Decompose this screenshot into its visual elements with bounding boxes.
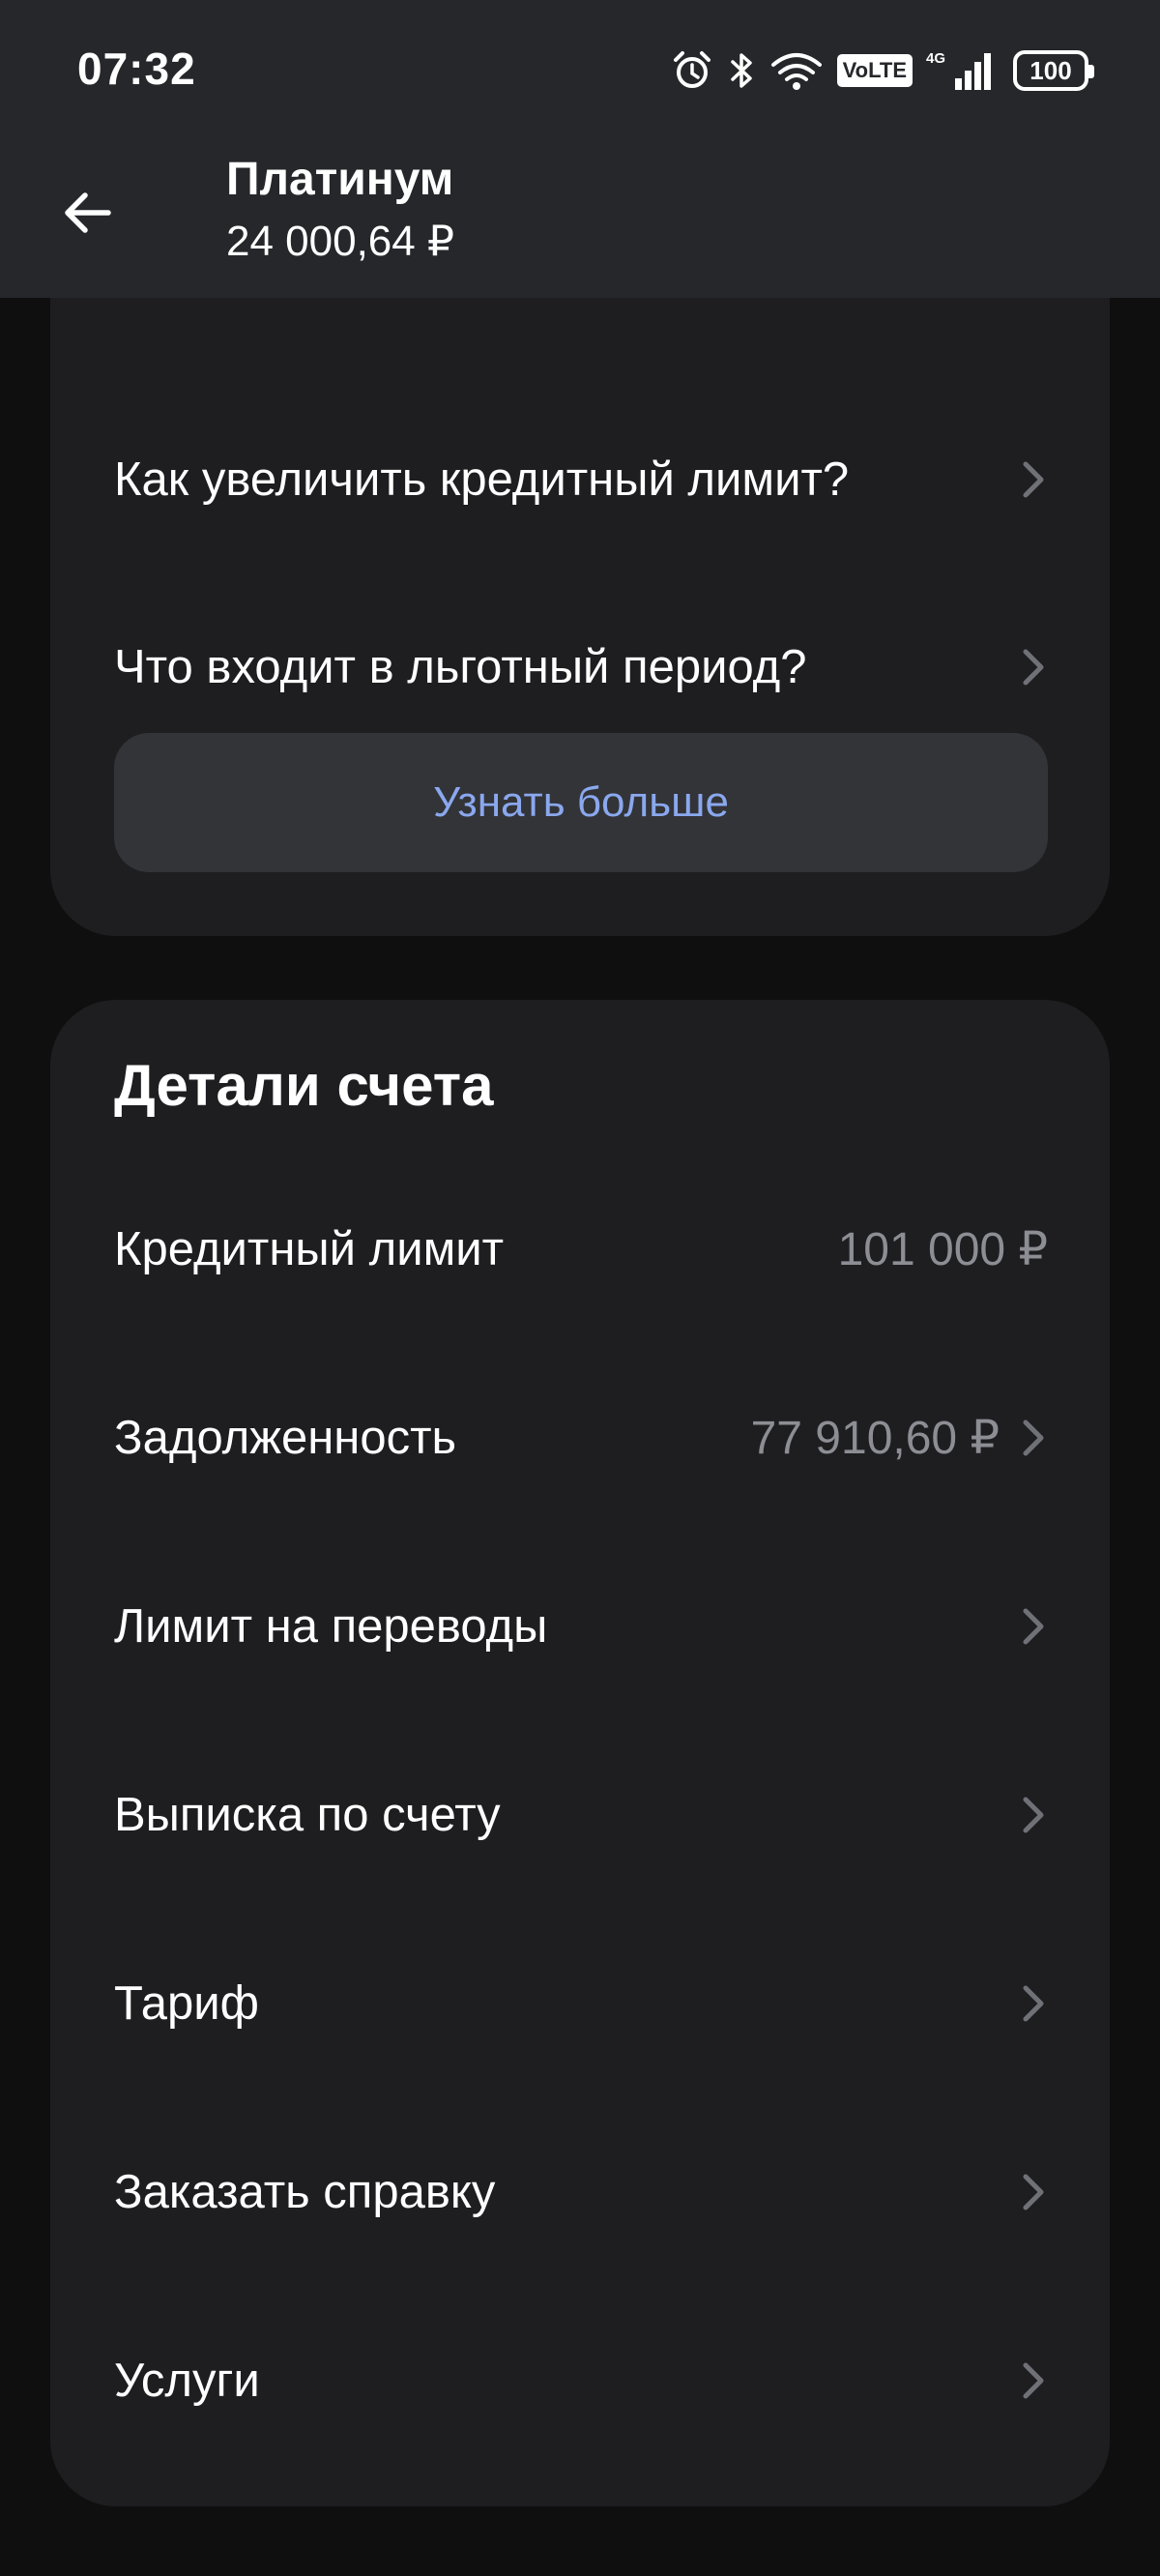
detail-row-label: Заказать справку	[114, 2166, 496, 2218]
network-type: 4G	[926, 50, 945, 67]
detail-row-label: Выписка по счету	[114, 1789, 501, 1841]
faq-item-label: Что входит в льготный период?	[114, 641, 807, 693]
chevron-right-icon	[1023, 1797, 1044, 1833]
status-icons: VoLTE 4G 100	[671, 46, 1094, 95]
account-balance: 24 000,64 ₽	[226, 218, 454, 265]
detail-row-label: Услуги	[114, 2355, 260, 2407]
detail-row-credit-limit: Кредитный лимит 101 000 ₽	[114, 1191, 1048, 1307]
page-title: Платинум	[226, 154, 454, 205]
arrow-left-icon	[65, 192, 111, 233]
battery-icon: 100	[1013, 50, 1094, 91]
status-time: 07:32	[77, 44, 196, 94]
faq-card: Как увеличить кредитный лимит? Что входи…	[50, 203, 1110, 936]
bluetooth-icon	[730, 53, 752, 88]
detail-row-label: Задолженность	[114, 1412, 457, 1464]
debt-value: 77 910,60 ₽	[750, 1413, 1000, 1464]
wifi-icon	[770, 53, 822, 90]
app-screen: Как увеличить кредитный лимит? Что входи…	[0, 0, 1160, 2576]
faq-item-grace-period[interactable]: Что входит в льготный период?	[114, 609, 1048, 725]
battery-level: 100	[1030, 55, 1072, 85]
back-button[interactable]	[43, 168, 131, 257]
chevron-right-icon	[1023, 2362, 1044, 2399]
chevron-right-icon	[1023, 1608, 1044, 1645]
chevron-right-icon	[1023, 461, 1044, 498]
signal-icon: 4G	[926, 50, 991, 90]
detail-row-order-certificate[interactable]: Заказать справку	[114, 2134, 1048, 2250]
detail-row-statement[interactable]: Выписка по счету	[114, 1757, 1048, 1873]
faq-item-credit-limit[interactable]: Как увеличить кредитный лимит?	[114, 422, 1048, 538]
detail-row-transfer-limit[interactable]: Лимит на переводы	[114, 1568, 1048, 1684]
learn-more-button[interactable]: Узнать больше	[114, 733, 1048, 872]
detail-row-debt[interactable]: Задолженность 77 910,60 ₽	[114, 1380, 1048, 1496]
faq-item-label: Как увеличить кредитный лимит?	[114, 454, 850, 506]
detail-row-label: Кредитный лимит	[114, 1223, 505, 1275]
detail-row-tariff[interactable]: Тариф	[114, 1946, 1048, 2062]
account-details-card: Детали счета Кредитный лимит 101 000 ₽ З…	[50, 1000, 1110, 2506]
alarm-icon	[673, 51, 710, 88]
chevron-right-icon	[1023, 1985, 1044, 2022]
detail-row-label: Лимит на переводы	[114, 1600, 548, 1653]
detail-row-services[interactable]: Услуги	[114, 2323, 1048, 2439]
header: Платинум 24 000,64 ₽	[0, 143, 1160, 298]
detail-row-label: Тариф	[114, 1977, 259, 2030]
chevron-right-icon	[1023, 649, 1044, 686]
top-bar: 07:32 VoLTE 4G 100 Платинум 24 000,64 ₽	[0, 0, 1160, 298]
status-bar: 07:32 VoLTE 4G 100	[0, 0, 1160, 143]
credit-limit-value: 101 000 ₽	[837, 1224, 1048, 1275]
section-title: Детали счета	[114, 1053, 494, 1118]
chevron-right-icon	[1023, 1420, 1044, 1456]
volte-badge: VoLTE	[836, 54, 913, 87]
chevron-right-icon	[1023, 2174, 1044, 2210]
